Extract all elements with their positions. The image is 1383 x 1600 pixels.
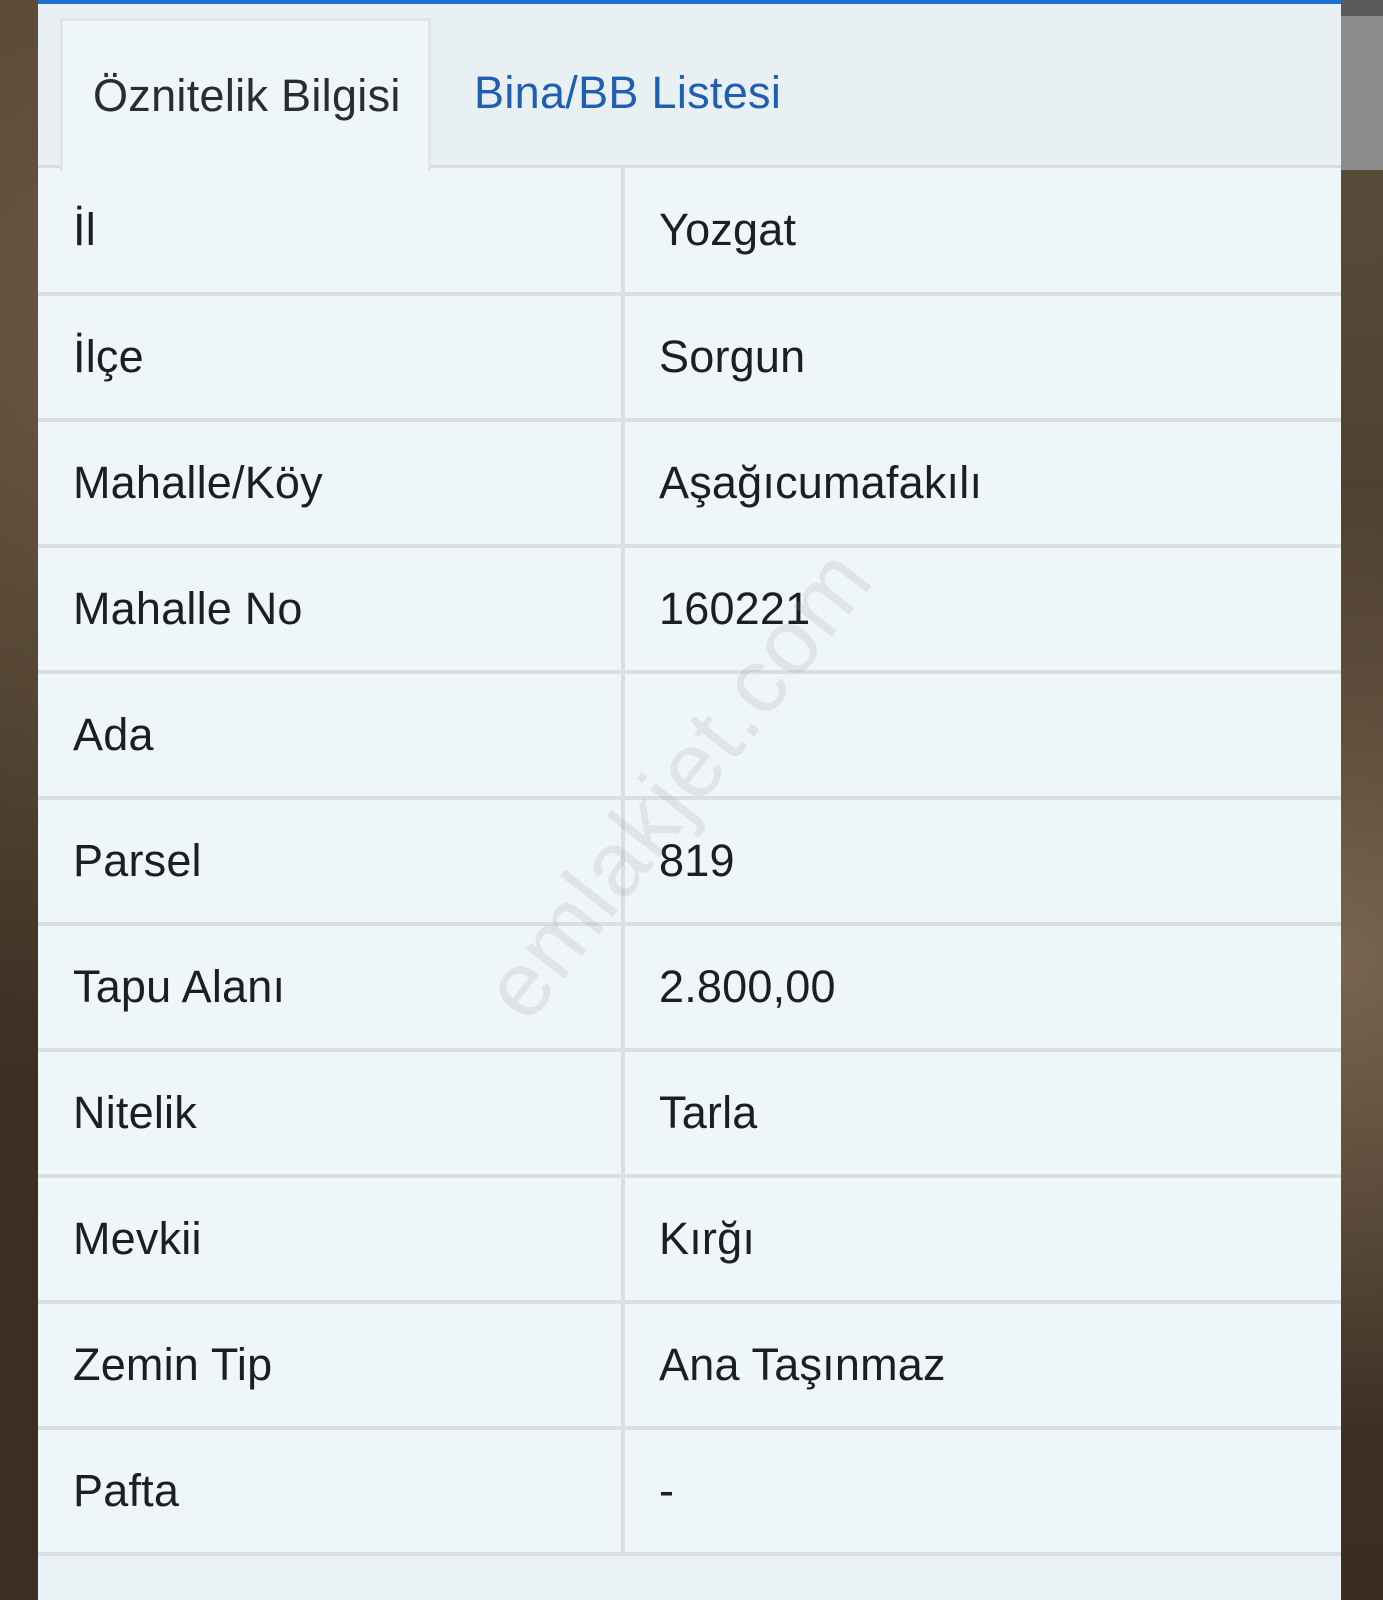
row-label-mahalle-koy: Mahalle/Köy xyxy=(38,420,625,548)
table-row: Nitelik Tarla xyxy=(38,1050,1341,1178)
table-row: İl Yozgat xyxy=(38,168,1341,296)
tab-label: Öznitelik Bilgisi xyxy=(93,70,401,121)
attribute-panel: Öznitelik Bilgisi Bina/BB Listesi İl Yoz… xyxy=(38,0,1341,1600)
row-value-parsel: 819 xyxy=(623,798,1341,926)
row-value-zemin-tip: Ana Taşınmaz xyxy=(623,1302,1341,1430)
table-row: İlçe Sorgun xyxy=(38,294,1341,422)
attribute-table: İl Yozgat İlçe Sorgun Mahalle/Köy Aşağıc… xyxy=(38,168,1341,1556)
table-row: Mevkii Kırğı xyxy=(38,1176,1341,1304)
row-label-parsel: Parsel xyxy=(38,798,625,926)
row-value-ilce: Sorgun xyxy=(623,294,1341,422)
row-label-pafta: Pafta xyxy=(38,1428,625,1556)
row-label-ilce: İlçe xyxy=(38,294,625,422)
table-row: Parsel 819 xyxy=(38,798,1341,926)
row-value-tapu-alani: 2.800,00 xyxy=(623,924,1341,1052)
row-label-zemin-tip: Zemin Tip xyxy=(38,1302,625,1430)
row-value-nitelik: Tarla xyxy=(623,1050,1341,1178)
tab-label: Bina/BB Listesi xyxy=(474,67,782,118)
row-label-mahalle-no: Mahalle No xyxy=(38,546,625,674)
row-label-tapu-alani: Tapu Alanı xyxy=(38,924,625,1052)
row-label-ada: Ada xyxy=(38,672,625,800)
row-label-mevkii: Mevkii xyxy=(38,1176,625,1304)
row-value-mahalle-koy: Aşağıcumafakılı xyxy=(623,420,1341,548)
table-row: Tapu Alanı 2.800,00 xyxy=(38,924,1341,1052)
table-row: Zemin Tip Ana Taşınmaz xyxy=(38,1302,1341,1430)
tab-building-list[interactable]: Bina/BB Listesi xyxy=(474,18,781,168)
table-row: Ada xyxy=(38,672,1341,800)
table-row: Mahalle No 160221 xyxy=(38,546,1341,674)
table-row: Mahalle/Köy Aşağıcumafakılı xyxy=(38,420,1341,548)
row-label-il: İl xyxy=(38,168,625,296)
row-label-nitelik: Nitelik xyxy=(38,1050,625,1178)
row-value-ada xyxy=(623,672,1341,800)
row-value-il: Yozgat xyxy=(623,168,1341,296)
table-row: Pafta - xyxy=(38,1428,1341,1556)
tab-attribute-info[interactable]: Öznitelik Bilgisi xyxy=(60,18,431,171)
row-value-pafta: - xyxy=(623,1428,1341,1556)
scrollbar[interactable] xyxy=(1341,0,1383,170)
row-value-mahalle-no: 160221 xyxy=(623,546,1341,674)
tab-bar: Öznitelik Bilgisi Bina/BB Listesi xyxy=(38,4,1341,171)
row-value-mevkii: Kırğı xyxy=(623,1176,1341,1304)
